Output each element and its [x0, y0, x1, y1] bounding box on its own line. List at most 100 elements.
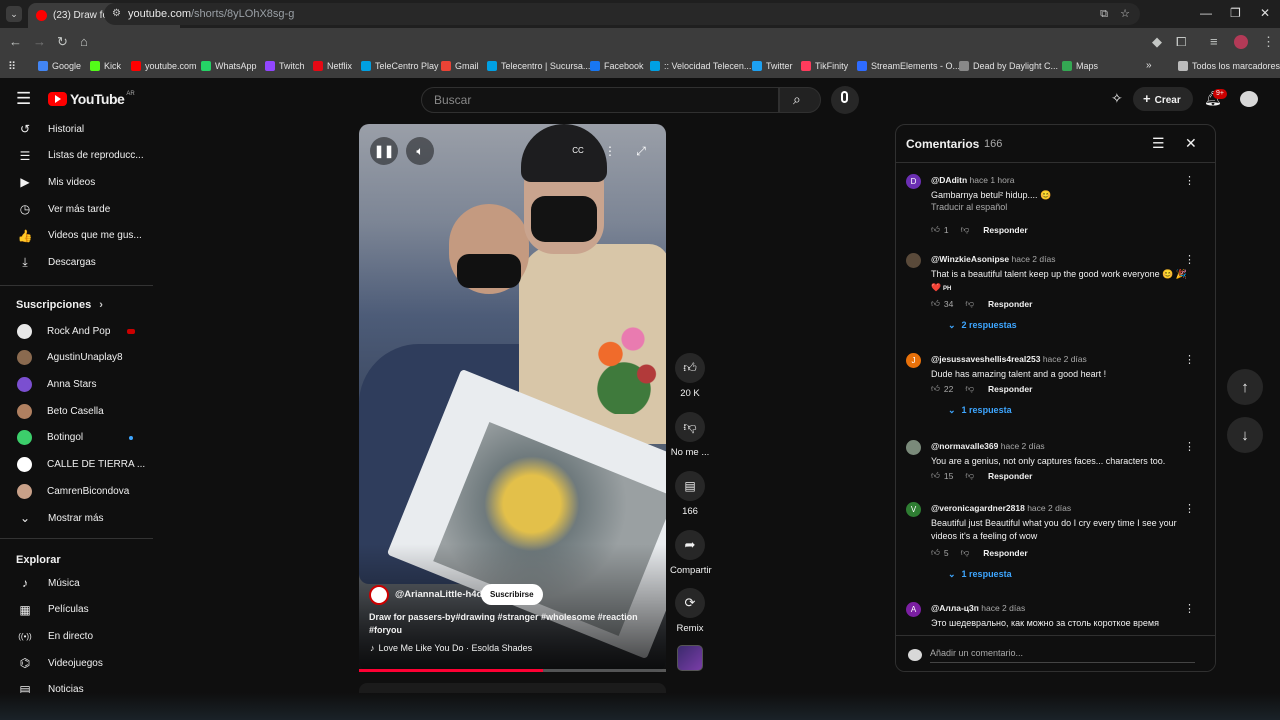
- mute-button[interactable]: 🔈︎: [406, 137, 434, 165]
- sidebar-item[interactable]: 👍 Videos que me gus...: [0, 223, 155, 249]
- restore-icon[interactable]: ❐: [1230, 6, 1241, 20]
- explore-item[interactable]: ⌬ Videojuegos: [0, 650, 155, 676]
- bookmark-item[interactable]: Gmail: [441, 61, 479, 71]
- reload-icon[interactable]: ↻: [57, 34, 68, 50]
- comment-menu-icon[interactable]: ⋮: [1184, 353, 1195, 366]
- channel-name[interactable]: @AriannaLittle-h4d: [395, 589, 482, 600]
- bookmark-item[interactable]: TikFinity: [801, 61, 848, 71]
- bookmark-item[interactable]: Facebook: [590, 61, 644, 71]
- like-button[interactable]: 👍︎: [675, 353, 705, 383]
- comment-avatar[interactable]: V: [906, 502, 921, 517]
- comment-avatar[interactable]: [906, 253, 921, 268]
- extensions-puzzle-icon[interactable]: ⧠: [1176, 34, 1186, 50]
- bookmark-item[interactable]: WhatsApp: [201, 61, 257, 71]
- extension-icon[interactable]: ◆: [1152, 34, 1162, 50]
- comment-avatar[interactable]: [906, 440, 921, 455]
- search-button[interactable]: ⌕: [779, 87, 821, 113]
- view-replies-button[interactable]: ⌄ 2 respuestas: [948, 320, 1017, 331]
- previous-short-button[interactable]: ↑: [1227, 369, 1263, 405]
- add-comment-input[interactable]: Añadir un comentario...: [930, 648, 1195, 663]
- comment-avatar[interactable]: J: [906, 353, 921, 368]
- video-progress-bar[interactable]: [359, 669, 666, 672]
- bookmark-item[interactable]: youtube.com: [131, 61, 197, 71]
- share-button[interactable]: ➦: [675, 530, 705, 560]
- comment-author[interactable]: @normavalle369: [931, 441, 998, 451]
- pause-button[interactable]: ❚❚: [370, 137, 398, 165]
- create-button[interactable]: + Crear: [1133, 87, 1193, 111]
- reply-button[interactable]: Responder: [988, 384, 1032, 394]
- explore-item[interactable]: ▦ Películas: [0, 597, 155, 623]
- more-options-button[interactable]: ⋮: [596, 137, 624, 165]
- translate-link[interactable]: Traducir al español: [931, 202, 1007, 212]
- sidebar-item[interactable]: ☰ Listas de reproducc...: [0, 143, 155, 169]
- comment-avatar[interactable]: A: [906, 602, 921, 617]
- comment-dislike-icon[interactable]: 👎︎: [965, 383, 974, 394]
- comment-like-icon[interactable]: 👍︎: [931, 224, 940, 235]
- bookmark-item[interactable]: Telecentro | Sucursa...: [487, 61, 590, 71]
- bookmarks-overflow-icon[interactable]: »: [1146, 60, 1152, 71]
- window-close-icon[interactable]: ✕: [1260, 6, 1270, 20]
- hamburger-menu-icon[interactable]: ☰: [16, 89, 31, 109]
- all-bookmarks-folder[interactable]: Todos los marcadores: [1178, 61, 1280, 71]
- back-icon[interactable]: ←: [9, 34, 22, 49]
- sidebar-item[interactable]: ◷ Ver más tarde: [0, 196, 155, 222]
- explore-item[interactable]: ((•)) En directo: [0, 623, 155, 649]
- sound-thumbnail[interactable]: [677, 645, 703, 671]
- sidebar-item[interactable]: ↺ Historial: [0, 116, 155, 142]
- subscription-item[interactable]: Beto Casella: [0, 398, 155, 424]
- comment-like-icon[interactable]: 👍︎: [931, 470, 940, 481]
- comment-dislike-icon[interactable]: 👎︎: [965, 470, 974, 481]
- channel-avatar[interactable]: [369, 585, 389, 605]
- subscription-item[interactable]: CamrenBicondova: [0, 478, 155, 504]
- account-avatar[interactable]: [1240, 91, 1258, 107]
- bookmark-item[interactable]: Twitter: [752, 61, 793, 71]
- comment-menu-icon[interactable]: ⋮: [1184, 502, 1195, 515]
- minimize-icon[interactable]: —: [1200, 6, 1212, 20]
- remix-button[interactable]: ⟳: [675, 588, 705, 618]
- comment-dislike-icon[interactable]: 👎︎: [965, 298, 974, 309]
- subscribe-button[interactable]: Suscribirse: [481, 584, 543, 605]
- captions-button[interactable]: CC: [564, 137, 592, 165]
- subscription-item[interactable]: Rock And Pop: [0, 318, 155, 344]
- comment-author[interactable]: @veronicagardner2818: [931, 503, 1025, 513]
- bookmark-item[interactable]: Maps: [1062, 61, 1098, 71]
- reply-button[interactable]: Responder: [988, 471, 1032, 481]
- youtube-logo[interactable]: YouTube AR: [48, 91, 135, 107]
- explore-item[interactable]: ♪ Música: [0, 570, 155, 596]
- view-replies-button[interactable]: ⌄ 1 respuesta: [948, 405, 1012, 416]
- profile-avatar[interactable]: [1234, 35, 1248, 49]
- dislike-button[interactable]: 👎︎: [675, 412, 705, 442]
- close-comments-icon[interactable]: ✕: [1185, 135, 1197, 152]
- forward-icon[interactable]: →: [33, 34, 46, 49]
- bookmark-item[interactable]: StreamElements - O...: [857, 61, 960, 71]
- comment-dislike-icon[interactable]: 👎︎: [961, 547, 970, 558]
- search-input[interactable]: Buscar: [421, 87, 779, 113]
- view-replies-button[interactable]: ⌄ 1 respuesta: [948, 569, 1012, 580]
- sort-icon[interactable]: ☰: [1152, 135, 1165, 152]
- sidebar-item[interactable]: ▶ Mis videos: [0, 169, 155, 195]
- bookmark-item[interactable]: Kick: [90, 61, 121, 71]
- comment-menu-icon[interactable]: ⋮: [1184, 440, 1195, 453]
- fullscreen-button[interactable]: ⤢: [627, 137, 655, 165]
- address-bar[interactable]: ⚙ youtube.com/shorts/8yLOhX8sg-g ⧉ ☆: [104, 3, 1140, 25]
- reply-button[interactable]: Responder: [983, 225, 1027, 235]
- sidebar-item[interactable]: ⤓ Descargas: [0, 250, 155, 276]
- bookmark-item[interactable]: TeleCentro Play: [361, 61, 439, 71]
- next-short-button[interactable]: ↓: [1227, 417, 1263, 453]
- apps-grid-icon[interactable]: ⠿: [8, 60, 16, 73]
- home-icon[interactable]: ⌂: [80, 34, 88, 49]
- comment-avatar[interactable]: D: [906, 174, 921, 189]
- bookmark-item[interactable]: Netflix: [313, 61, 352, 71]
- comment-menu-icon[interactable]: ⋮: [1184, 253, 1195, 266]
- subscription-item[interactable]: Anna Stars: [0, 371, 155, 397]
- comment-author[interactable]: @WinzkieAsonipse: [931, 254, 1009, 264]
- bookmark-star-icon[interactable]: ☆: [1120, 3, 1130, 25]
- comment-menu-icon[interactable]: ⋮: [1184, 174, 1195, 187]
- comment-author[interactable]: @Алла-ц3п: [931, 603, 979, 613]
- music-link[interactable]: ♪ Love Me Like You Do · Esolda Shades: [370, 643, 532, 653]
- tab-search-button[interactable]: ⌄: [6, 6, 22, 22]
- install-app-icon[interactable]: ⧉: [1100, 3, 1108, 25]
- cast-live-icon[interactable]: ✧: [1111, 90, 1123, 107]
- subscription-item[interactable]: Botingol: [0, 425, 155, 451]
- show-more-button[interactable]: ⌄ Mostrar más: [0, 505, 155, 531]
